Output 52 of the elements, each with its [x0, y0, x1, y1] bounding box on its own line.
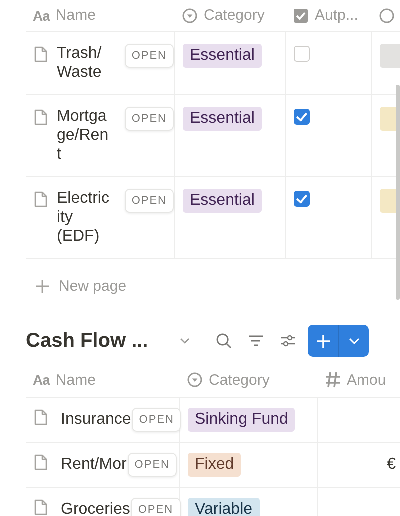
category-tag: Essential [183, 44, 262, 68]
page-name[interactable]: Rent/Mor [61, 456, 127, 474]
text-property-icon: Aa [33, 8, 50, 24]
chevron-down-icon [348, 338, 360, 344]
sliders-icon[interactable] [280, 335, 296, 347]
open-button[interactable]: OPEN [131, 498, 181, 516]
page-name[interactable]: Insurance [61, 411, 132, 429]
page-icon [34, 109, 48, 126]
open-button[interactable]: OPEN [124, 189, 174, 213]
chevron-down-icon[interactable] [180, 338, 190, 344]
plus-icon [36, 280, 49, 292]
column-header[interactable]: Autp... [315, 7, 358, 24]
column-header[interactable]: Name [56, 7, 96, 24]
page-name[interactable]: Trash/ Waste [57, 44, 111, 82]
plus-icon [316, 334, 330, 348]
page-name[interactable]: Electricity (EDF) [57, 189, 111, 246]
category-tag: Essential [183, 107, 262, 131]
page-name[interactable]: Mortgage/Rent [57, 107, 111, 164]
open-button[interactable]: OPEN [124, 107, 174, 131]
category-tag: Sinking Fund [188, 408, 296, 432]
page-icon [34, 409, 48, 426]
scrollbar[interactable] [396, 85, 400, 300]
new-button[interactable] [308, 325, 369, 357]
column-header[interactable]: Amou [347, 372, 386, 388]
page-icon [34, 454, 48, 471]
filter-icon[interactable] [248, 335, 264, 347]
select-property-icon [182, 8, 198, 24]
select-property-icon [187, 372, 203, 388]
checkbox-property-icon [293, 8, 309, 24]
page-name[interactable]: Groceries [61, 501, 130, 516]
category-tag: Variable [188, 498, 260, 516]
column-header[interactable]: Category [209, 372, 270, 388]
search-icon[interactable] [216, 333, 232, 349]
category-tag: Essential [183, 189, 262, 213]
page-icon [34, 191, 48, 208]
text-property-icon: Aa [33, 372, 50, 388]
amount-value: € [386, 456, 397, 474]
open-button[interactable]: OPEN [132, 408, 182, 432]
page-icon [34, 499, 48, 516]
new-page-button[interactable]: New page [59, 278, 127, 294]
number-property-icon [325, 371, 341, 389]
checkbox[interactable] [294, 46, 310, 62]
column-header[interactable]: Category [204, 7, 265, 24]
column-header[interactable]: Name [56, 372, 96, 388]
database-title[interactable]: Cash Flow ... [26, 330, 174, 352]
status-property-icon [379, 8, 395, 24]
category-tag: Fixed [188, 453, 242, 477]
checkbox[interactable] [294, 191, 310, 207]
page-icon [34, 46, 48, 63]
checkbox[interactable] [294, 109, 310, 125]
open-button[interactable]: OPEN [124, 44, 174, 68]
open-button[interactable]: OPEN [128, 453, 177, 477]
